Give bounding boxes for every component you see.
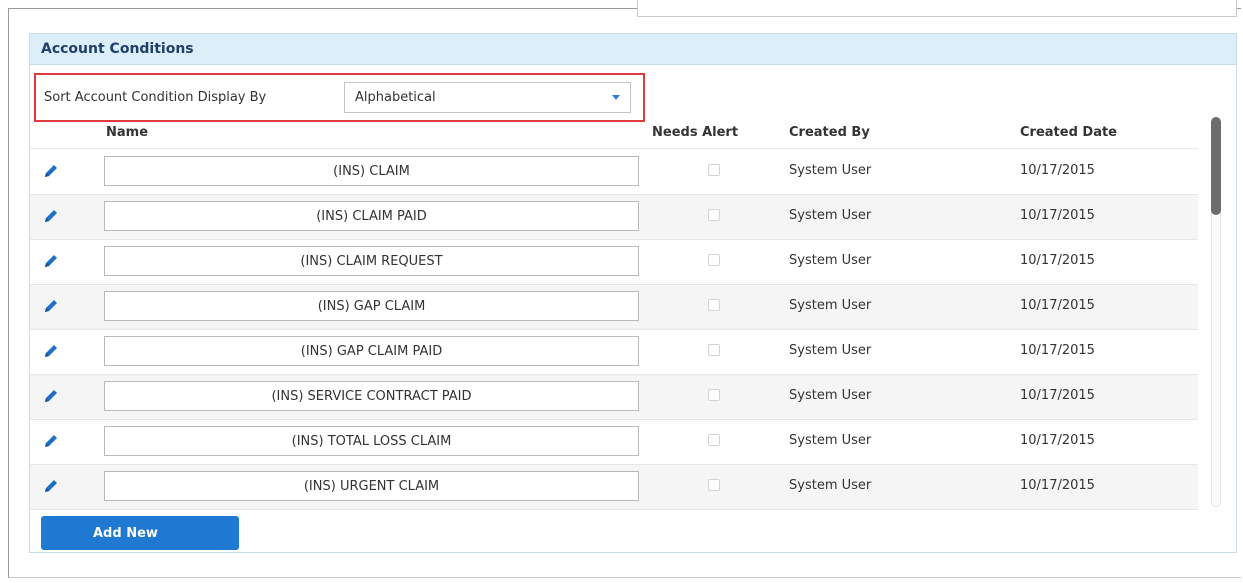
table-row: (INS) TOTAL LOSS CLAIM System User 10/17… <box>30 420 1198 465</box>
condition-name-field[interactable]: (INS) SERVICE CONTRACT PAID <box>104 381 639 411</box>
condition-name: (INS) CLAIM REQUEST <box>300 253 443 269</box>
condition-name-field[interactable]: (INS) GAP CLAIM <box>104 291 639 321</box>
table-row: (INS) CLAIM PAID System User 10/17/2015 <box>30 195 1198 240</box>
sort-highlight-box: Sort Account Condition Display By Alphab… <box>34 73 645 122</box>
sort-selected-value: Alphabetical <box>355 90 436 105</box>
needs-alert-checkbox[interactable] <box>708 299 720 311</box>
sort-label: Sort Account Condition Display By <box>44 90 267 105</box>
panel-header: Account Conditions <box>30 34 1236 65</box>
created-date: 10/17/2015 <box>1020 163 1095 178</box>
created-date: 10/17/2015 <box>1020 478 1095 493</box>
needs-alert-checkbox[interactable] <box>708 209 720 221</box>
created-date: 10/17/2015 <box>1020 343 1095 358</box>
condition-name: (INS) URGENT CLAIM <box>303 478 440 494</box>
condition-name-field[interactable]: (INS) CLAIM PAID <box>104 201 639 231</box>
pencil-icon[interactable] <box>42 207 60 225</box>
condition-name-field[interactable]: (INS) TOTAL LOSS CLAIM <box>104 426 639 456</box>
created-date: 10/17/2015 <box>1020 298 1095 313</box>
condition-name: (INS) GAP CLAIM <box>317 298 426 314</box>
pencil-icon[interactable] <box>42 432 60 450</box>
condition-name: (INS) CLAIM <box>333 163 410 179</box>
created-date: 10/17/2015 <box>1020 388 1095 403</box>
condition-name: (INS) CLAIM PAID <box>316 208 427 224</box>
column-header-created-date[interactable]: Created Date <box>1020 122 1117 144</box>
table-row: (INS) SERVICE CONTRACT PAID System User … <box>30 375 1198 420</box>
pencil-icon[interactable] <box>42 252 60 270</box>
condition-name: (INS) GAP CLAIM PAID <box>300 343 443 359</box>
condition-name-field[interactable]: (INS) CLAIM <box>104 156 639 186</box>
created-by: System User <box>789 388 872 403</box>
created-by: System User <box>789 208 872 223</box>
chevron-down-icon <box>612 95 620 100</box>
condition-name-field[interactable]: (INS) GAP CLAIM PAID <box>104 336 639 366</box>
created-date: 10/17/2015 <box>1020 433 1095 448</box>
table-row: (INS) GAP CLAIM System User 10/17/2015 <box>30 285 1198 330</box>
conditions-list: (INS) CLAIM System User 10/17/2015 (INS)… <box>30 150 1198 510</box>
scrollbar-thumb[interactable] <box>1211 117 1221 215</box>
pencil-icon[interactable] <box>42 477 60 495</box>
needs-alert-checkbox[interactable] <box>708 164 720 176</box>
table-row: (INS) GAP CLAIM PAID System User 10/17/2… <box>30 330 1198 375</box>
table-row: (INS) CLAIM REQUEST System User 10/17/20… <box>30 240 1198 285</box>
needs-alert-checkbox[interactable] <box>708 434 720 446</box>
add-new-button[interactable]: Add New <box>41 516 239 550</box>
needs-alert-checkbox[interactable] <box>708 254 720 266</box>
pencil-icon[interactable] <box>42 387 60 405</box>
panel-title: Account Conditions <box>41 41 194 57</box>
condition-name: (INS) TOTAL LOSS CLAIM <box>291 433 452 449</box>
column-header-name[interactable]: Name <box>106 122 148 144</box>
condition-name-field[interactable]: (INS) CLAIM REQUEST <box>104 246 639 276</box>
table-row: (INS) CLAIM System User 10/17/2015 <box>30 150 1198 195</box>
account-conditions-panel: Account Conditions Sort Account Conditio… <box>29 33 1237 553</box>
table-row: (INS) URGENT CLAIM System User 10/17/201… <box>30 465 1198 510</box>
needs-alert-checkbox[interactable] <box>708 344 720 356</box>
condition-name: (INS) SERVICE CONTRACT PAID <box>271 388 472 404</box>
created-by: System User <box>789 343 872 358</box>
pencil-icon[interactable] <box>42 297 60 315</box>
needs-alert-checkbox[interactable] <box>708 389 720 401</box>
needs-alert-checkbox[interactable] <box>708 479 720 491</box>
pencil-icon[interactable] <box>42 162 60 180</box>
created-by: System User <box>789 298 872 313</box>
created-by: System User <box>789 253 872 268</box>
top-field-edge <box>637 0 1237 17</box>
created-by: System User <box>789 478 872 493</box>
pencil-icon[interactable] <box>42 342 60 360</box>
table-header: Name Needs Alert Created By Created Date <box>30 122 1198 149</box>
column-header-needs-alert[interactable]: Needs Alert <box>652 122 738 144</box>
column-header-created-by[interactable]: Created By <box>789 122 870 144</box>
sort-select[interactable]: Alphabetical <box>344 82 631 113</box>
created-date: 10/17/2015 <box>1020 253 1095 268</box>
created-by: System User <box>789 163 872 178</box>
created-date: 10/17/2015 <box>1020 208 1095 223</box>
created-by: System User <box>789 433 872 448</box>
scrollbar[interactable] <box>1208 117 1224 507</box>
condition-name-field[interactable]: (INS) URGENT CLAIM <box>104 471 639 501</box>
